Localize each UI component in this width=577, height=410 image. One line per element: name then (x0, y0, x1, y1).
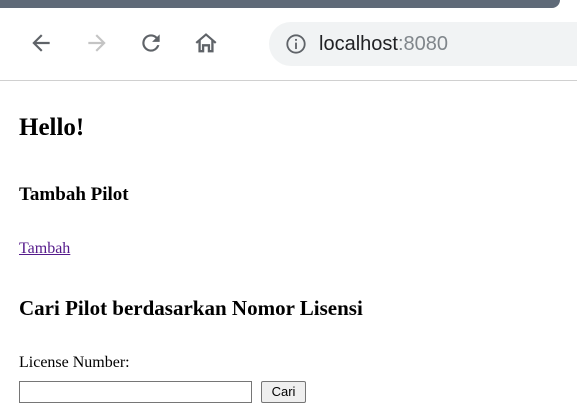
search-pilot-heading: Cari Pilot berdasarkan Nomor Lisensi (19, 296, 363, 320)
browser-toolbar: localhost:8080 (0, 8, 577, 81)
home-button[interactable] (189, 26, 223, 60)
info-icon[interactable] (285, 33, 307, 55)
url-host: localhost (319, 33, 398, 55)
forward-arrow-icon (88, 34, 106, 52)
reload-icon (142, 34, 160, 52)
greeting-heading: Hello! (19, 114, 85, 141)
reload-button[interactable] (134, 26, 168, 60)
back-arrow-icon (32, 34, 50, 52)
window-frame-strip (0, 0, 560, 8)
address-bar[interactable]: localhost:8080 (269, 22, 577, 66)
license-number-input[interactable] (19, 381, 252, 403)
add-pilot-link[interactable]: Tambah (19, 240, 70, 258)
url-port: :8080 (397, 33, 448, 55)
back-button[interactable] (24, 26, 58, 60)
add-pilot-heading: Tambah Pilot (19, 184, 129, 205)
forward-button[interactable] (80, 26, 114, 60)
search-button[interactable]: Cari (261, 381, 306, 403)
url-text[interactable]: localhost:8080 (319, 31, 448, 57)
home-icon (195, 33, 217, 53)
license-number-label: License Number: (19, 354, 130, 371)
